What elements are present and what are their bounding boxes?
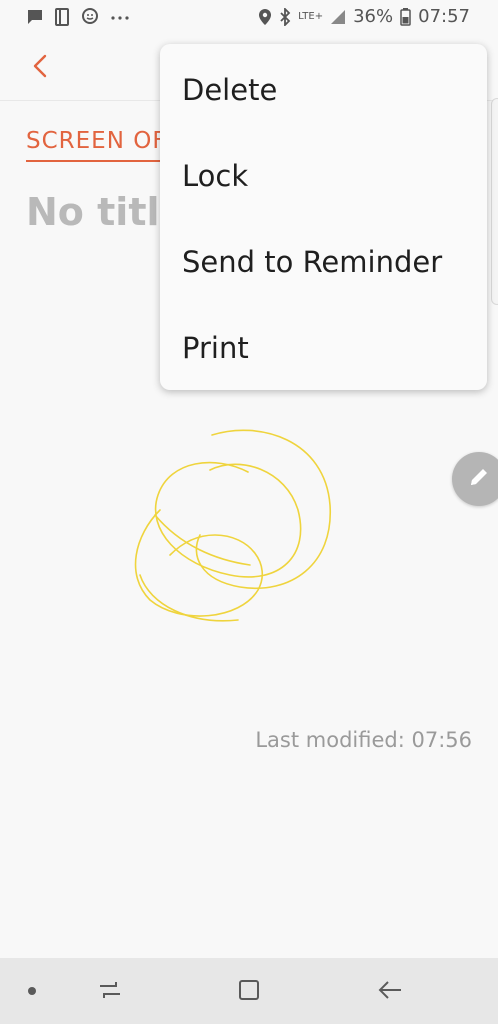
keyboard-hide-dot[interactable] (28, 987, 36, 995)
handwritten-drawing[interactable] (120, 415, 350, 655)
menu-item-delete[interactable]: Delete (160, 47, 487, 133)
battery-icon (400, 7, 411, 26)
drawing-stroke-2 (195, 429, 331, 589)
signal-icon (330, 9, 346, 25)
drawing-stroke-5 (154, 514, 251, 566)
recents-button[interactable] (90, 972, 130, 1012)
menu-item-lock[interactable]: Lock (160, 133, 487, 219)
home-icon (237, 978, 261, 1006)
pencil-icon (468, 466, 490, 492)
menu-item-print[interactable]: Print (160, 305, 487, 391)
last-modified-label: Last modified: 07:56 (255, 728, 472, 752)
bluetooth-icon (279, 7, 291, 26)
nav-back-button[interactable] (370, 972, 410, 1012)
back-button[interactable] (22, 50, 58, 86)
back-arrow-icon (377, 979, 403, 1005)
edge-panel-handle[interactable] (491, 98, 498, 305)
notification-icons (26, 8, 130, 26)
message-icon (26, 8, 44, 26)
clock: 07:57 (418, 6, 470, 27)
category-label[interactable]: SCREEN OF (26, 128, 176, 162)
overflow-menu: Delete Lock Send to Reminder Print (160, 44, 487, 390)
chevron-left-icon (33, 54, 47, 82)
waze-icon (80, 8, 100, 26)
system-status: LTE+ 36% 07:57 (258, 6, 470, 27)
network-type-label: LTE+ (298, 11, 324, 22)
battery-percent: 36% (353, 6, 394, 27)
location-icon (258, 8, 272, 26)
home-button[interactable] (229, 972, 269, 1012)
more-notifications-icon (110, 8, 130, 26)
edit-button[interactable] (452, 452, 498, 506)
status-bar: LTE+ 36% 07:57 (0, 0, 498, 34)
menu-item-send-to-reminder[interactable]: Send to Reminder (160, 219, 487, 305)
navigation-bar (0, 958, 498, 1024)
notebook-icon (54, 8, 70, 26)
recent-apps-icon (97, 979, 123, 1005)
